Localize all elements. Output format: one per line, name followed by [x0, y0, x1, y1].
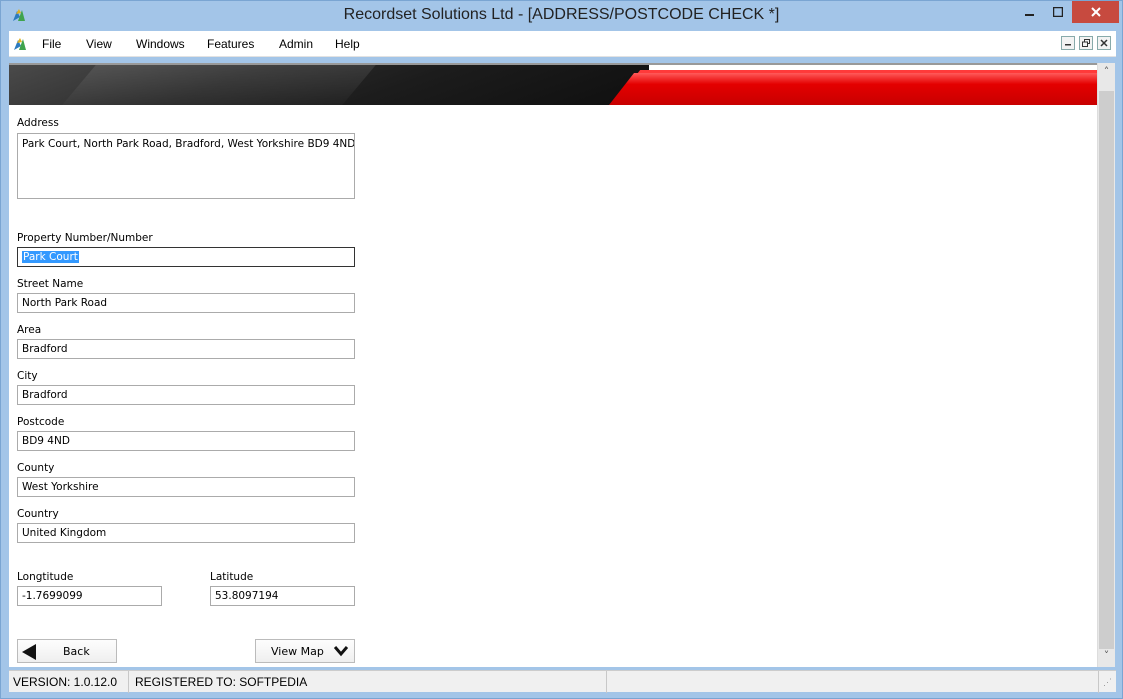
longitude-label: Longtitude [17, 571, 74, 583]
vertical-scrollbar[interactable]: ˄ ˅ [1097, 63, 1115, 667]
close-button[interactable] [1072, 1, 1119, 23]
banner-dark-band [9, 65, 649, 105]
menu-help[interactable]: Help [335, 37, 360, 51]
menu-windows[interactable]: Windows [136, 37, 185, 51]
close-icon [1100, 39, 1108, 47]
latitude-label: Latitude [210, 571, 254, 583]
area-field[interactable]: Bradford [17, 339, 355, 359]
street-name-field[interactable]: North Park Road [17, 293, 355, 313]
property-number-label: Property Number/Number [17, 232, 153, 244]
postcode-field[interactable]: BD9 4ND [17, 431, 355, 451]
back-button-label: Back [63, 645, 90, 658]
selected-text: Park Court [22, 251, 79, 263]
document-app-icon[interactable] [12, 37, 28, 51]
property-number-field[interactable]: Park Court [17, 247, 355, 267]
chevron-down-icon [334, 646, 348, 657]
back-button[interactable]: Back [17, 639, 117, 663]
address-label: Address [17, 117, 59, 129]
city-label: City [17, 370, 38, 382]
minimize-button[interactable] [1016, 1, 1044, 23]
status-bar: VERSION: 1.0.12.0 REGISTERED TO: SOFTPED… [9, 670, 1116, 693]
child-close-button[interactable] [1097, 36, 1111, 50]
window-title: Recordset Solutions Ltd - [ADDRESS/POSTC… [343, 6, 780, 23]
status-registered: REGISTERED TO: SOFTPEDIA [131, 671, 607, 693]
area-label: Area [17, 324, 42, 336]
minimize-icon [1025, 14, 1034, 16]
menu-file[interactable]: File [42, 37, 61, 51]
back-arrow-icon [22, 644, 36, 660]
latitude-field[interactable]: 53.8097194 [210, 586, 355, 606]
menu-view[interactable]: View [86, 37, 112, 51]
banner-red-band [609, 73, 1097, 105]
address-textarea[interactable]: Park Court, North Park Road, Bradford, W… [17, 133, 355, 199]
longitude-field[interactable]: -1.7699099 [17, 586, 162, 606]
county-label: County [17, 462, 55, 474]
menu-bar: File View Windows Features Admin Help [9, 31, 1116, 57]
street-name-label: Street Name [17, 278, 84, 290]
menu-features[interactable]: Features [207, 37, 254, 51]
close-icon [1090, 7, 1101, 17]
minimize-icon [1065, 44, 1071, 46]
header-banner [9, 65, 1097, 105]
postcode-label: Postcode [17, 416, 65, 428]
view-map-button-label: View Map [271, 645, 324, 658]
restore-icon [1082, 39, 1090, 47]
scroll-up-icon[interactable]: ˄ [1098, 65, 1115, 81]
county-field[interactable]: West Yorkshire [17, 477, 355, 497]
status-empty-panel [609, 671, 1099, 693]
status-version: VERSION: 1.0.12.0 [9, 671, 129, 693]
view-map-button[interactable]: View Map [255, 639, 355, 663]
form-panel: Address Park Court, North Park Road, Bra… [9, 63, 1097, 667]
country-label: Country [17, 508, 59, 520]
application-window: Recordset Solutions Ltd - [ADDRESS/POSTC… [0, 0, 1123, 699]
child-minimize-button[interactable] [1061, 36, 1075, 50]
maximize-button[interactable] [1044, 1, 1072, 23]
country-field[interactable]: United Kingdom [17, 523, 355, 543]
child-restore-button[interactable] [1079, 36, 1093, 50]
title-bar[interactable]: Recordset Solutions Ltd - [ADDRESS/POSTC… [1, 1, 1122, 31]
scroll-thumb[interactable] [1099, 91, 1114, 649]
city-field[interactable]: Bradford [17, 385, 355, 405]
resize-grip-icon[interactable]: ⋰ [1103, 677, 1112, 688]
scroll-down-icon[interactable]: ˅ [1098, 649, 1115, 665]
maximize-icon [1053, 7, 1063, 17]
menu-admin[interactable]: Admin [279, 37, 313, 51]
